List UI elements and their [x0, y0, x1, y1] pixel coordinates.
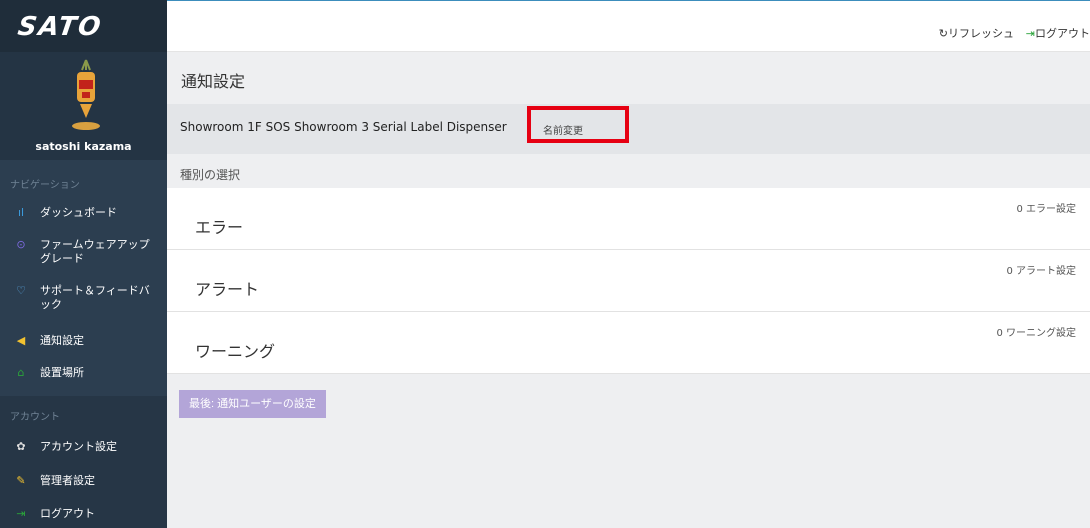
nav-heading: ナビゲーション	[10, 180, 80, 191]
sidebar-item-support[interactable]: ♡ サポート＆フィードバック	[0, 284, 167, 312]
refresh-button[interactable]: ↻リフレッシュ	[939, 25, 1014, 41]
section-label: 種別の選択	[180, 168, 241, 182]
sidebar-item-firmware[interactable]: ⊙ ファームウェアアップグレード	[0, 238, 167, 266]
type-name: アラート	[195, 280, 260, 299]
highlight-box	[527, 106, 629, 143]
sidebar-item-label: ファームウェアアップグレード	[40, 238, 150, 265]
type-row-warning[interactable]: ワーニング 0 ワーニング設定	[167, 312, 1090, 374]
device-bar: Showroom 1F SOS Showroom 3 Serial Label …	[167, 104, 1090, 154]
refresh-label: リフレッシュ	[948, 27, 1014, 40]
logout-icon: ⇥	[16, 507, 26, 520]
sidebar-item-label: サポート＆フィードバック	[40, 284, 150, 311]
user-name: satoshi kazama	[35, 140, 132, 153]
logout-button[interactable]: ⇥ログアウト	[1026, 25, 1090, 41]
sidebar-item-label: ダッシュボード	[40, 206, 117, 219]
sidebar-item-label: アカウント設定	[40, 440, 117, 453]
type-count: 0 ワーニング設定	[996, 328, 1076, 339]
sidebar-item-dashboard[interactable]: ıl ダッシュボード	[0, 206, 167, 220]
wrench-icon: ✎	[16, 474, 26, 487]
home-icon: ⌂	[17, 366, 25, 379]
type-name: ワーニング	[195, 342, 276, 361]
logo-text: SATO	[15, 12, 105, 42]
logout-label: ログアウト	[1035, 27, 1090, 40]
sidebar-item-notifications[interactable]: ◀ 通知設定	[0, 334, 167, 348]
logout-icon: ⇥	[1025, 27, 1035, 40]
bar-chart-icon: ıl	[17, 206, 25, 219]
sidebar: SATO satoshi kazama ナビゲーション ıl ダッシュボード ⊙…	[0, 0, 167, 528]
sidebar-item-label: ログアウト	[40, 507, 95, 520]
upload-circle-icon: ⊙	[16, 238, 26, 251]
sidebar-item-label: 通知設定	[40, 334, 84, 347]
brand-logo[interactable]: SATO	[0, 0, 167, 52]
type-row-error[interactable]: エラー 0 エラー設定	[167, 188, 1090, 250]
sidebar-item-location[interactable]: ⌂ 設置場所	[0, 366, 167, 380]
type-row-alert[interactable]: アラート 0 アラート設定	[167, 250, 1090, 312]
user-profile: satoshi kazama	[0, 52, 167, 160]
device-name: Showroom 1F SOS Showroom 3 Serial Label …	[180, 120, 507, 134]
sidebar-item-account-settings[interactable]: ✿ アカウント設定	[0, 440, 167, 454]
top-bar: ↻リフレッシュ ⇥ログアウト	[167, 1, 1090, 52]
type-count: 0 アラート設定	[1006, 266, 1076, 277]
notification-type-list: エラー 0 エラー設定 アラート 0 アラート設定 ワーニング 0 ワーニング設…	[167, 188, 1090, 374]
sidebar-item-label: 設置場所	[40, 366, 84, 379]
type-count: 0 エラー設定	[1016, 204, 1076, 215]
gear-icon: ✿	[16, 440, 26, 453]
refresh-icon: ↻	[938, 27, 948, 40]
main-content: 通知設定 Showroom 1F SOS Showroom 3 Serial L…	[167, 52, 1090, 528]
type-name: エラー	[195, 218, 244, 237]
sidebar-item-admin-settings[interactable]: ✎ 管理者設定	[0, 474, 167, 488]
megaphone-icon: ◀	[16, 334, 26, 347]
sidebar-item-label: 管理者設定	[40, 474, 95, 487]
heart-icon: ♡	[16, 284, 26, 297]
page-title: 通知設定	[181, 72, 246, 91]
account-heading: アカウント	[10, 412, 60, 423]
avatar	[72, 59, 100, 130]
sidebar-item-logout[interactable]: ⇥ ログアウト	[0, 507, 167, 521]
next-step-button[interactable]: 最後: 通知ユーザーの設定	[179, 390, 326, 418]
